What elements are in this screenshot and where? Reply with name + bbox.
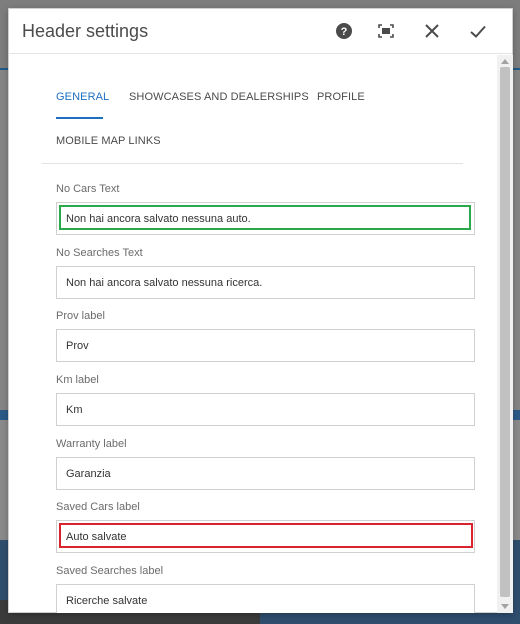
- saved-cars-label-label: Saved Cars label: [56, 501, 140, 513]
- dialog-header: Header settings ?: [9, 9, 512, 54]
- tabs-divider: [42, 163, 463, 164]
- dialog-title: Header settings: [22, 21, 149, 41]
- prov-label-input[interactable]: [56, 329, 475, 362]
- fullscreen-button[interactable]: [373, 18, 399, 44]
- fullscreen-icon: [378, 24, 394, 38]
- tab-showcases-and-dealerships[interactable]: SHOWCASES AND DEALERSHIPS: [129, 91, 309, 103]
- scroll-down-arrow-icon[interactable]: [501, 604, 509, 609]
- header-settings-dialog: Header settings ? GENERAL SHOWCASES AND …: [8, 8, 513, 613]
- checkmark-icon: [470, 25, 486, 38]
- saved-searches-label-label: Saved Searches label: [56, 565, 164, 577]
- active-tab-indicator: [56, 117, 103, 119]
- prov-label-label: Prov label: [56, 310, 105, 322]
- saved-cars-label-input[interactable]: [56, 520, 475, 553]
- km-label-label: Km label: [56, 374, 99, 386]
- close-icon: [425, 24, 439, 38]
- tab-profile[interactable]: PROFILE: [317, 91, 365, 103]
- warranty-label-input[interactable]: [56, 457, 475, 490]
- close-button[interactable]: [419, 18, 445, 44]
- help-circle-icon: ?: [336, 23, 352, 39]
- dialog-scrollbar[interactable]: [497, 55, 513, 613]
- tab-mobile-map-links[interactable]: MOBILE MAP LINKS: [56, 135, 161, 147]
- km-label-input[interactable]: [56, 393, 475, 426]
- svg-text:?: ?: [341, 26, 348, 38]
- scroll-up-arrow-icon[interactable]: [501, 59, 509, 64]
- tab-general[interactable]: GENERAL: [56, 91, 109, 103]
- scroll-thumb[interactable]: [500, 67, 510, 597]
- no-searches-text-input[interactable]: [56, 266, 475, 299]
- warranty-label-label: Warranty label: [56, 438, 127, 450]
- no-searches-text-label: No Searches Text: [56, 247, 143, 259]
- saved-searches-label-input[interactable]: [56, 584, 475, 613]
- no-cars-text-input[interactable]: [56, 202, 475, 235]
- no-cars-text-label: No Cars Text: [56, 183, 120, 195]
- help-button[interactable]: ?: [331, 18, 357, 44]
- confirm-button[interactable]: [465, 18, 491, 44]
- dialog-body: GENERAL SHOWCASES AND DEALERSHIPS PROFIL…: [9, 55, 497, 613]
